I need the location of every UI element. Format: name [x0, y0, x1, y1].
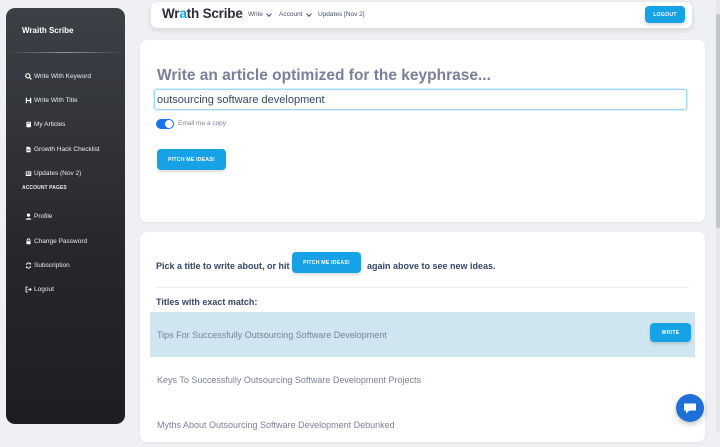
sidebar-item-label: Growth Hack Checklist: [34, 145, 100, 153]
sidebar-item-profile[interactable]: Profile: [23, 209, 52, 223]
logout-button[interactable]: LOGOUT: [645, 6, 685, 23]
exact-match-heading: Titles with exact match:: [156, 297, 258, 307]
chevron-down-icon: [266, 10, 272, 17]
document-icon: [23, 146, 33, 153]
email-copy-toggle[interactable]: [156, 119, 174, 129]
logo[interactable]: Wrath Scribe: [162, 6, 243, 21]
sidebar-item-my-articles[interactable]: My Articles: [23, 117, 65, 131]
nav-updates-link[interactable]: Updates [Nov 2]: [318, 11, 365, 18]
sidebar-item-label: Updates (Nov 2): [34, 169, 82, 177]
newspaper-icon: [23, 170, 33, 177]
chat-button[interactable]: [676, 394, 704, 422]
title-text: Tips For Successfully Outsourcing Softwa…: [157, 329, 387, 340]
title-row[interactable]: Myths About Outsourcing Software Develop…: [150, 402, 695, 447]
nav-updates-label: Updates [Nov 2]: [318, 11, 365, 18]
sidebar-item-label: Logout: [34, 285, 54, 293]
sidebar-item-write-with-keyword[interactable]: Write With Keyword: [23, 69, 91, 83]
logo-text-start: Wr: [162, 6, 180, 21]
nav-account-label: Account: [279, 11, 303, 18]
title-row[interactable]: Keys To Successfully Outsourcing Softwar…: [150, 357, 695, 402]
scrollbar-thumb[interactable]: [716, 14, 720, 228]
email-copy-label: Email me a copy: [178, 120, 227, 127]
nav-write-dropdown[interactable]: Write: [248, 10, 272, 18]
sidebar-item-label: Subscription: [34, 261, 70, 269]
chat-bubble-icon: [684, 403, 696, 413]
lock-icon: [23, 237, 33, 245]
sidebar: Wraith Scribe Write With Keyword Write W…: [6, 8, 125, 424]
sidebar-item-write-with-title[interactable]: Write With Title: [23, 93, 78, 107]
logout-icon: [23, 286, 33, 293]
account-pages-heading: ACCOUNT PAGES: [22, 185, 67, 191]
title-text: Keys To Successfully Outsourcing Softwar…: [157, 374, 421, 385]
title-row[interactable]: Tips For Successfully Outsourcing Softwa…: [150, 312, 695, 357]
sidebar-item-logout[interactable]: Logout: [23, 282, 54, 296]
sidebar-item-label: Profile: [34, 212, 53, 220]
refresh-icon: [23, 261, 33, 269]
divider: [156, 287, 689, 288]
sidebar-item-label: My Articles: [34, 120, 66, 128]
sidebar-item-label: Write With Keyword: [34, 72, 91, 80]
keyphrase-input[interactable]: [154, 89, 687, 110]
sidebar-item-label: Write With Title: [34, 96, 78, 104]
nav-write-label: Write: [248, 11, 264, 18]
write-button[interactable]: WRITE: [650, 323, 691, 342]
book-icon: [23, 121, 33, 128]
heading-icon: [23, 97, 33, 104]
page-scrollbar[interactable]: [716, 0, 720, 432]
keyphrase-card: Write an article optimized for the keyph…: [140, 40, 705, 222]
chevron-down-icon: [305, 10, 312, 17]
logo-text-accent: a: [179, 6, 187, 21]
search-icon: [23, 72, 33, 80]
sidebar-item-growth-hack-checklist[interactable]: Growth Hack Checklist: [23, 142, 100, 156]
pick-title-prompt: Pick a title to write about, or hit: [156, 261, 290, 271]
sidebar-item-updates[interactable]: Updates (Nov 2): [23, 166, 81, 180]
pitch-me-ideas-inline-button[interactable]: PITCH ME IDEAS!: [292, 252, 361, 273]
top-navbar: Wrath Scribe Write Account Updates [Nov …: [151, 2, 692, 28]
logo-text-end: th Scribe: [186, 6, 243, 21]
page-title: Write an article optimized for the keyph…: [157, 67, 491, 84]
sidebar-item-subscription[interactable]: Subscription: [23, 258, 70, 272]
sidebar-item-change-password[interactable]: Change Password: [23, 234, 87, 248]
pick-title-prompt-suffix: again above to see new ideas.: [367, 261, 496, 271]
pitch-me-ideas-button[interactable]: PITCH ME IDEAS!: [157, 149, 226, 170]
sidebar-brand[interactable]: Wraith Scribe: [22, 26, 73, 35]
user-icon: [23, 212, 33, 220]
nav-account-dropdown[interactable]: Account: [279, 10, 312, 18]
toggle-knob: [165, 120, 173, 128]
sidebar-divider: [6, 52, 125, 53]
sidebar-item-label: Change Password: [34, 237, 88, 245]
titles-card: Pick a title to write about, or hit PITC…: [140, 232, 705, 442]
title-text: Myths About Outsourcing Software Develop…: [157, 419, 395, 430]
